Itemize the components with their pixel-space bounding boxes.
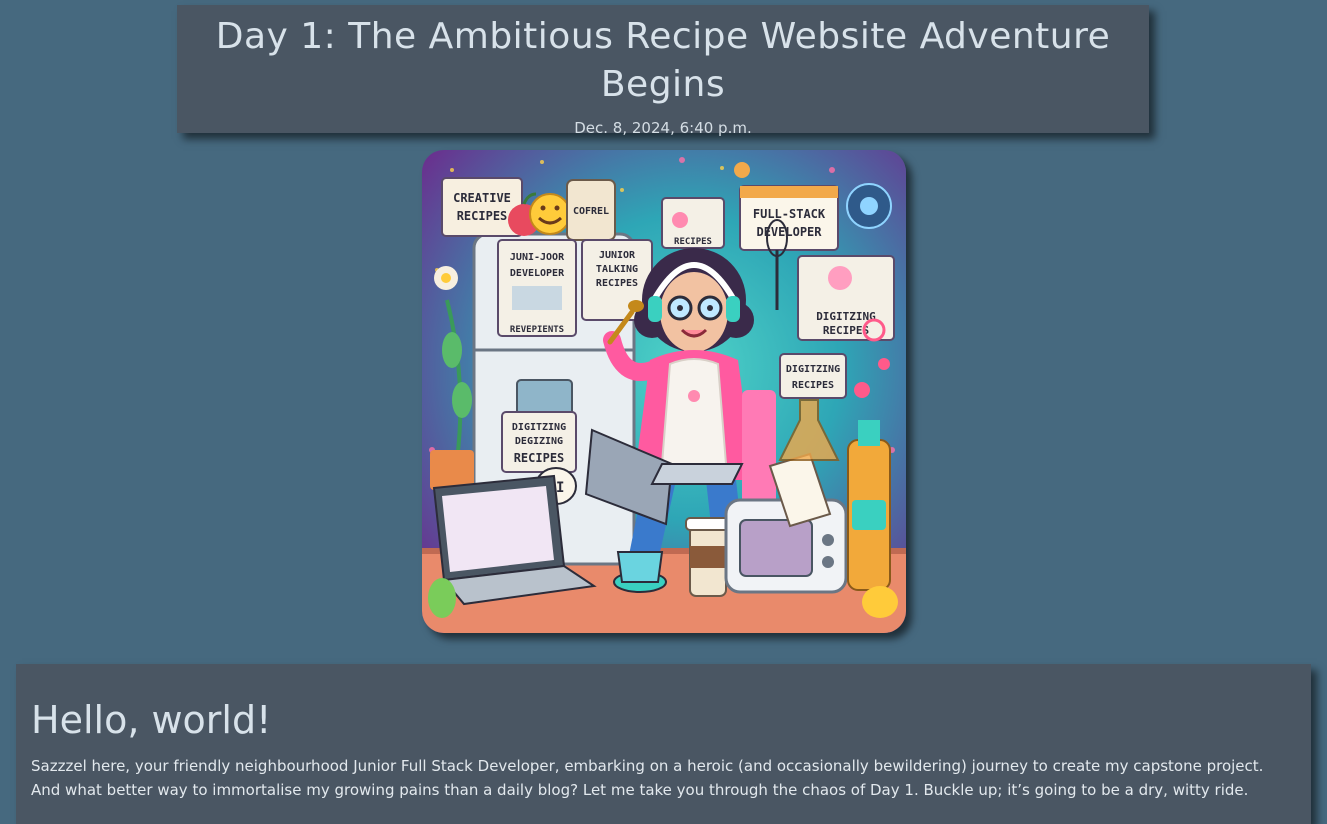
post-date: Dec. 8, 2024, 6:40 p.m.: [574, 119, 752, 137]
hero-label-talk-1: JUNIOR: [599, 250, 636, 261]
hero-label-fullstack-1: FULL-STACK: [753, 207, 826, 221]
hero-label-recipes-1: RECIPES: [457, 209, 508, 223]
content-body: Sazzzel here, your friendly neighbourhoo…: [31, 757, 1264, 799]
hero-label-junior-2: DEVELOPER: [510, 268, 565, 279]
content-heading: Hello, world!: [31, 698, 272, 742]
post-content: Hello, world! Sazzzel here, your friendl…: [16, 664, 1311, 824]
hero-label-coffee: COFREL: [573, 206, 609, 217]
post-header: Day 1: The Ambitious Recipe Website Adve…: [177, 5, 1149, 137]
hero-label-talk-3: RECIPES: [596, 278, 638, 289]
hero-label-recipes-small: RECIPES: [674, 237, 712, 247]
hero-label-digitizing-b1: DIGITZING: [786, 364, 840, 375]
hero-label-digitizing-c1: DIGITZING: [512, 422, 566, 433]
hero-label-talk-2: TALKING: [596, 264, 638, 275]
hero-label-junior-1: JUNI-JOOR: [510, 252, 565, 263]
post-title: Day 1: The Ambitious Recipe Website Adve…: [215, 16, 1111, 105]
hero-label-creative: CREATIVE: [453, 191, 511, 205]
hero-label-revepients: REVEPIENTS: [510, 325, 564, 335]
hero-label-digitizing-b2: RECIPES: [792, 380, 834, 391]
hero-illustration: CREATIVE RECIPES COFREL JUNI-JOOR DEVELO…: [422, 150, 906, 633]
hero-label-digitizing-c2: DEGIZING: [515, 436, 563, 447]
hero-label-digitizing-c3: RECIPES: [514, 451, 565, 465]
hero-label-digitizing-a2: RECIPES: [823, 324, 869, 337]
hero-illustration-art: CREATIVE RECIPES COFREL JUNI-JOOR DEVELO…: [422, 150, 906, 633]
